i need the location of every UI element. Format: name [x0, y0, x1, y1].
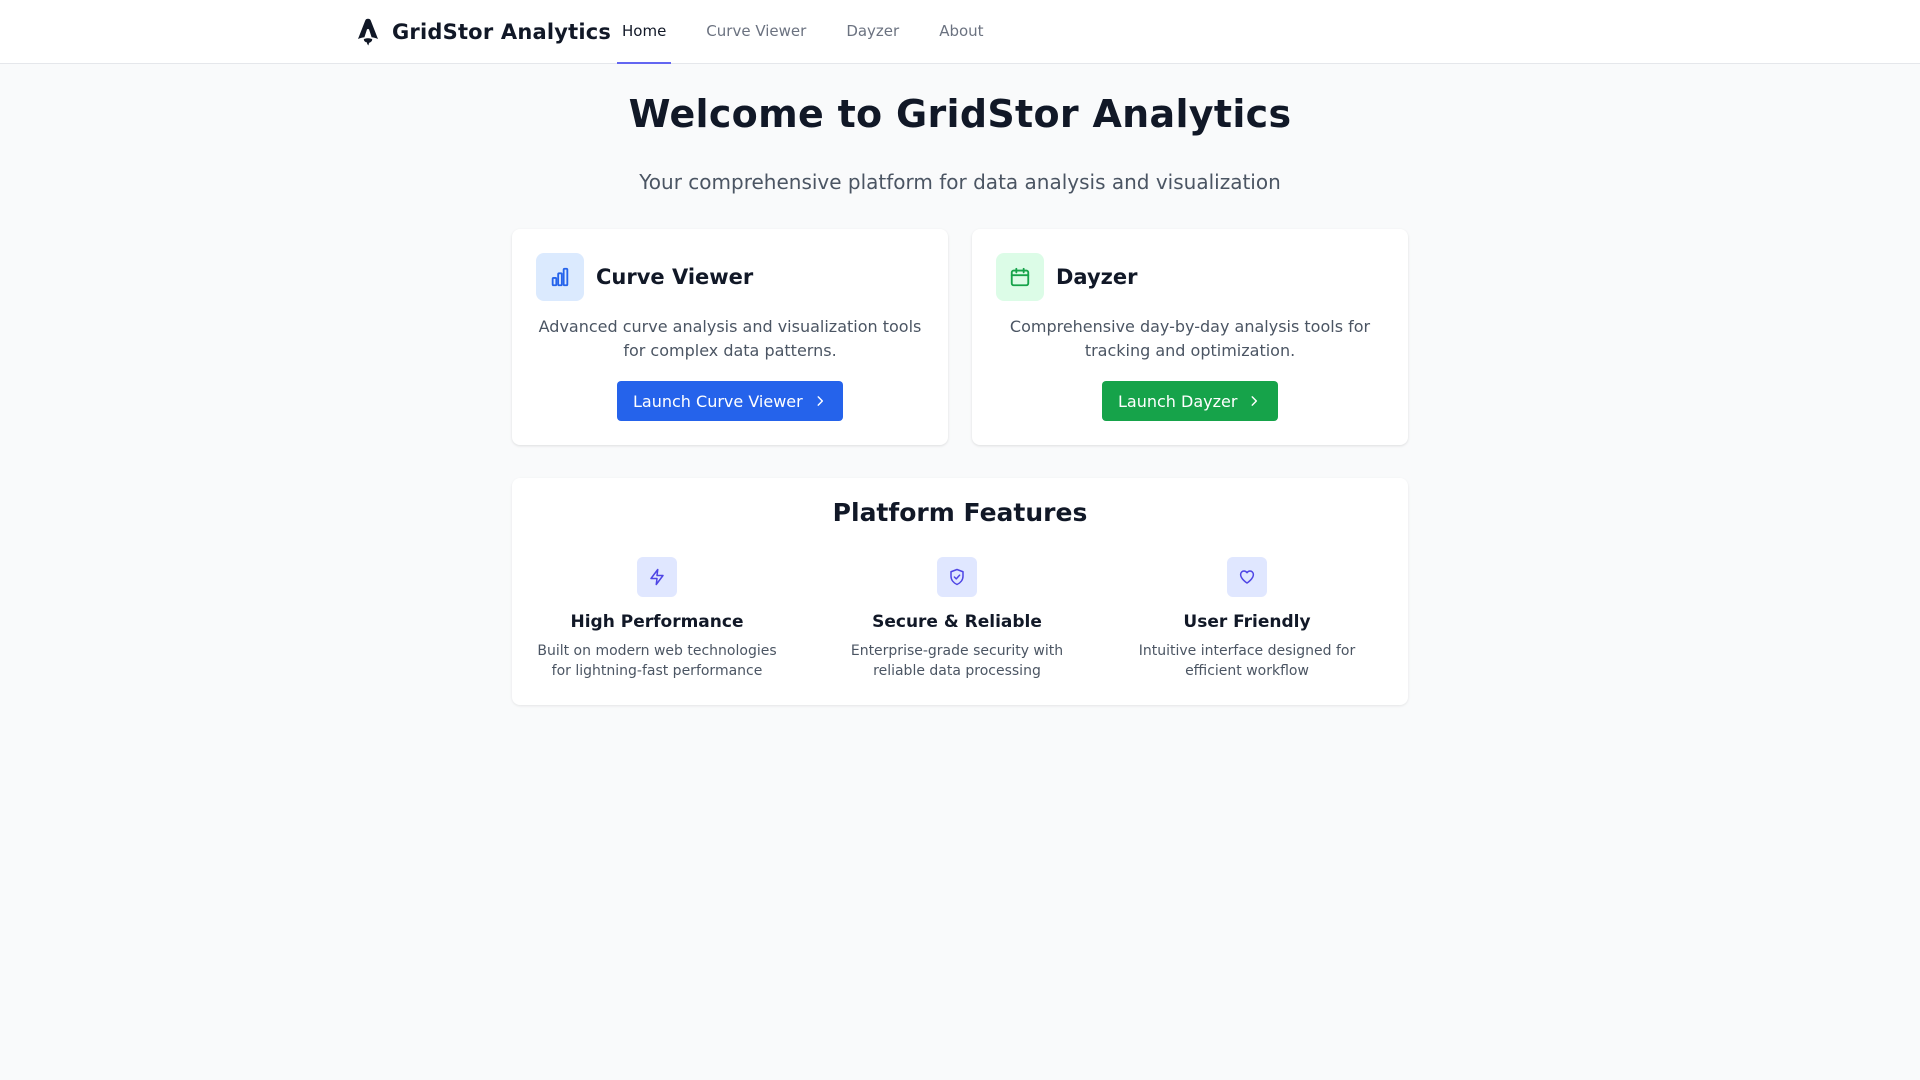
feature-description: Built on modern web technologies for lig…	[537, 643, 777, 679]
dayzer-card: Dayzer Comprehensive day-by-day analysis…	[972, 229, 1408, 445]
card-description: Advanced curve analysis and visualizatio…	[538, 317, 922, 360]
astro-logo-icon	[354, 18, 382, 46]
feature-secure-reliable: Secure & Reliable Enterprise-grade secur…	[812, 557, 1102, 681]
main-nav: Home Curve Viewer Dayzer About	[617, 0, 1019, 64]
curve-viewer-card: Curve Viewer Advanced curve analysis and…	[512, 229, 948, 445]
card-title: Curve Viewer	[596, 265, 754, 289]
button-label: Launch Dayzer	[1118, 391, 1238, 411]
top-navigation-bar: GridStor Analytics Home Curve Viewer Day…	[0, 0, 1920, 64]
feature-title: Secure & Reliable	[872, 612, 1042, 632]
tab-dayzer[interactable]: Dayzer	[841, 0, 904, 64]
feature-high-performance: High Performance Built on modern web tec…	[512, 557, 802, 681]
shield-check-icon	[937, 557, 977, 597]
brand-name: GridStor Analytics	[392, 20, 612, 44]
card-header: Curve Viewer	[536, 253, 753, 301]
chevron-right-icon	[813, 394, 827, 408]
card-header: Dayzer	[996, 253, 1137, 301]
feature-description: Intuitive interface designed for efficie…	[1138, 643, 1356, 679]
feature-user-friendly: User Friendly Intuitive interface design…	[1102, 557, 1392, 681]
lightning-icon	[637, 557, 677, 597]
card-title: Dayzer	[1056, 265, 1138, 289]
feature-description: Enterprise-grade security with reliable …	[850, 643, 1064, 679]
heart-icon	[1227, 557, 1267, 597]
platform-features-section: Platform Features High Performance Built…	[512, 478, 1408, 705]
feature-title: High Performance	[570, 612, 744, 632]
launch-dayzer-button[interactable]: Launch Dayzer	[1102, 381, 1278, 421]
tab-home[interactable]: Home	[617, 0, 672, 64]
calendar-icon	[996, 253, 1044, 301]
page-subtitle: Your comprehensive platform for data ana…	[639, 170, 1281, 194]
chevron-right-icon	[1247, 394, 1261, 408]
card-description: Comprehensive day-by-day analysis tools …	[1009, 317, 1371, 360]
tab-about[interactable]: About	[934, 0, 988, 64]
section-title: Platform Features	[832, 498, 1088, 527]
page-title: Welcome to GridStor Analytics	[628, 92, 1292, 136]
tab-curve-viewer[interactable]: Curve Viewer	[701, 0, 811, 64]
bar-chart-icon	[536, 253, 584, 301]
brand[interactable]: GridStor Analytics	[354, 0, 611, 64]
feature-title: User Friendly	[1183, 612, 1311, 632]
button-label: Launch Curve Viewer	[633, 391, 803, 411]
launch-curve-viewer-button[interactable]: Launch Curve Viewer	[617, 381, 843, 421]
